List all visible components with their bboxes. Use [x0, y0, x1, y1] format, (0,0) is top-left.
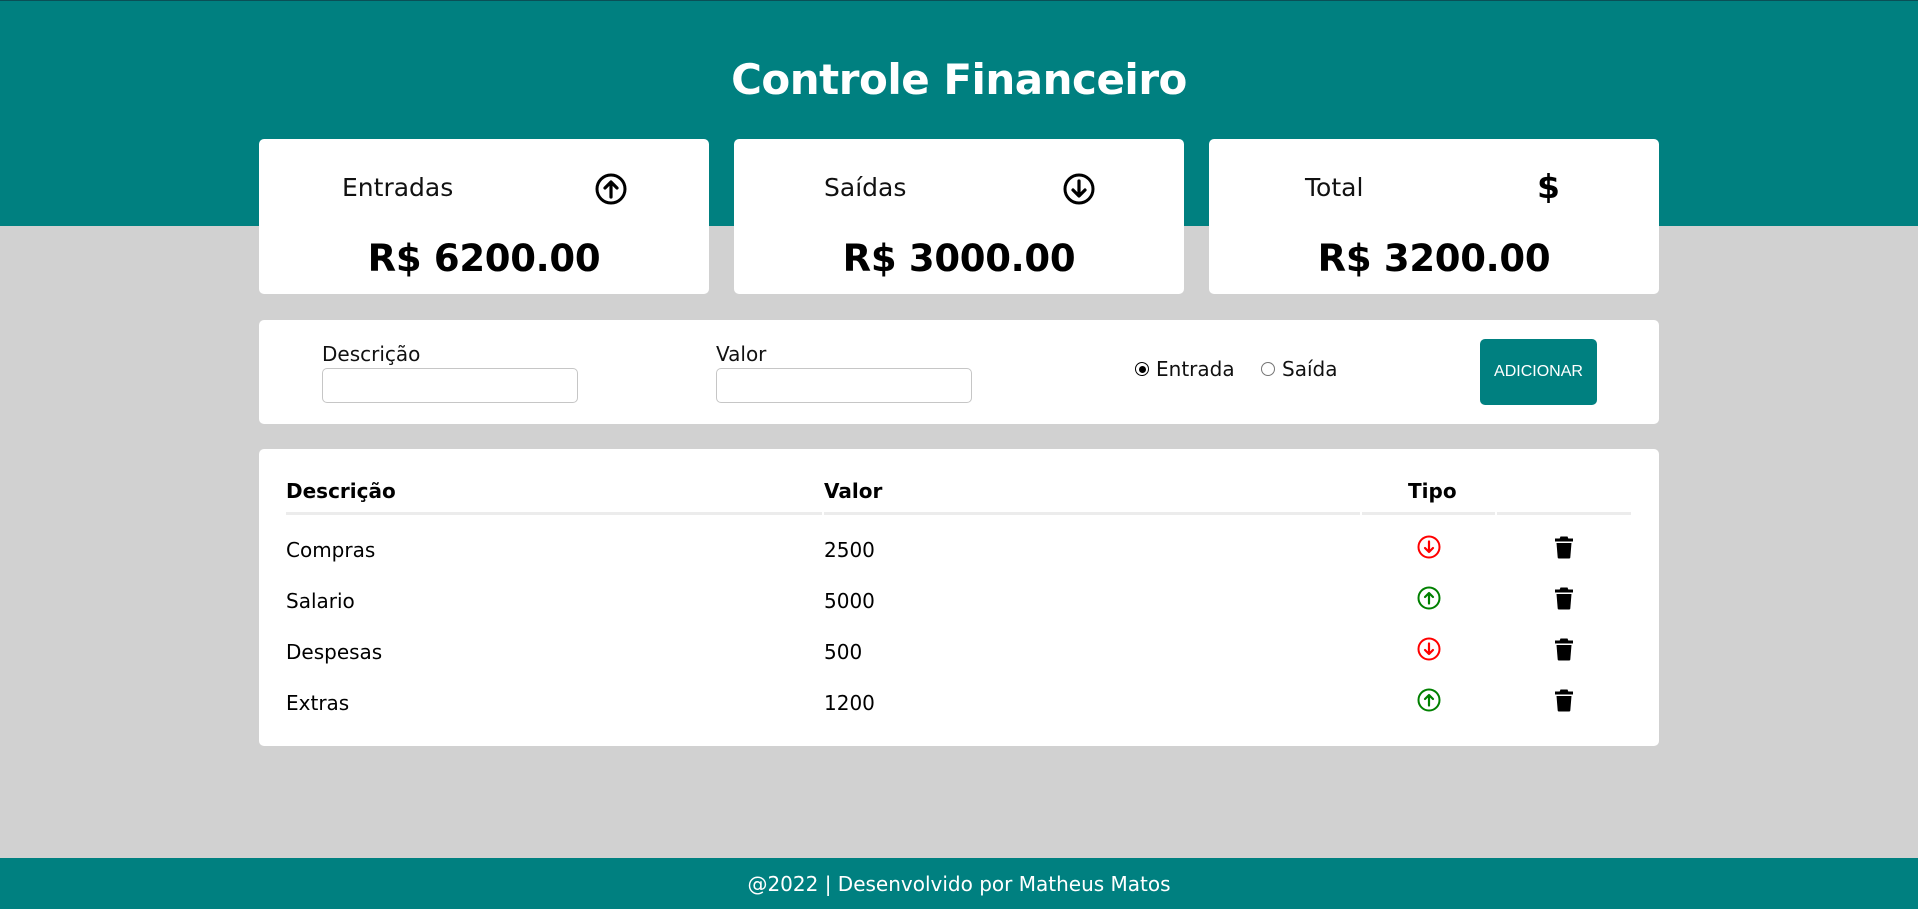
row-value: 1200 — [824, 691, 875, 715]
radio-income[interactable]: Entrada — [1135, 357, 1235, 381]
income-total-value: R$ 6200.00 — [367, 237, 601, 280]
radio-expense-button[interactable] — [1261, 362, 1275, 376]
row-value: 500 — [824, 640, 863, 664]
add-button[interactable]: ADICIONAR — [1480, 339, 1597, 405]
radio-expense-label: Saída — [1282, 357, 1338, 381]
description-label: Descrição — [322, 342, 421, 366]
dollar-icon: $ — [1537, 167, 1560, 206]
row-value: 5000 — [824, 589, 875, 613]
transaction-form: Descrição Valor Entrada Saída ADICIONAR — [259, 320, 1659, 424]
radio-expense[interactable]: Saída — [1261, 357, 1337, 381]
income-card-label: Entradas — [342, 173, 454, 202]
balance-card: Total $ R$ 3200.00 — [1209, 139, 1659, 294]
trash-icon[interactable] — [1554, 688, 1574, 712]
radio-income-button[interactable] — [1135, 362, 1149, 376]
value-input[interactable] — [716, 368, 972, 403]
column-header-type: Tipo — [1408, 479, 1457, 503]
arrow-up-circle-icon — [1417, 688, 1441, 712]
radio-income-label: Entrada — [1156, 357, 1235, 381]
footer-text: @2022 | Desenvolvido por Matheus Matos — [747, 871, 1171, 896]
row-description: Salario — [286, 589, 355, 613]
income-card: Entradas R$ 6200.00 — [259, 139, 709, 294]
row-value: 2500 — [824, 538, 875, 562]
arrow-down-circle-icon — [1417, 637, 1441, 661]
expense-total-value: R$ 3000.00 — [842, 237, 1076, 280]
expense-card: Saídas R$ 3000.00 — [734, 139, 1184, 294]
arrow-up-circle-icon — [595, 173, 627, 205]
expense-card-label: Saídas — [824, 173, 907, 202]
value-label: Valor — [716, 342, 767, 366]
arrow-up-circle-icon — [1417, 586, 1441, 610]
row-description: Compras — [286, 538, 376, 562]
header-divider — [1497, 512, 1631, 515]
column-header-value: Valor — [824, 479, 883, 503]
header-divider — [824, 512, 1360, 515]
row-description: Despesas — [286, 640, 383, 664]
arrow-down-circle-icon — [1063, 173, 1095, 205]
column-header-description: Descrição — [286, 479, 396, 503]
trash-icon[interactable] — [1554, 586, 1574, 610]
header-divider — [286, 512, 822, 515]
trash-icon[interactable] — [1554, 535, 1574, 559]
balance-total-value: R$ 3200.00 — [1317, 237, 1551, 280]
row-description: Extras — [286, 691, 350, 715]
footer: @2022 | Desenvolvido por Matheus Matos — [0, 858, 1918, 909]
description-input[interactable] — [322, 368, 578, 403]
trash-icon[interactable] — [1554, 637, 1574, 661]
transactions-table: Descrição Valor Tipo Compras 2500 Salari… — [259, 449, 1659, 746]
balance-card-label: Total — [1305, 173, 1364, 202]
arrow-down-circle-icon — [1417, 535, 1441, 559]
page-title: Controle Financeiro — [731, 55, 1187, 104]
header-divider — [1362, 512, 1495, 515]
